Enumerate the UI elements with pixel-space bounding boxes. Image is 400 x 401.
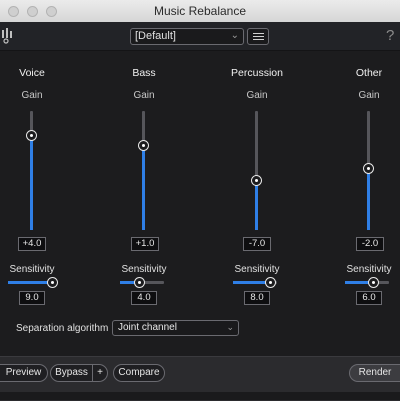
sensitivity-value-voice[interactable]: 9.0	[19, 291, 45, 305]
separation-algorithm-dropdown[interactable]: Joint channel ⌄	[112, 320, 239, 336]
sensitivity-value-percussion[interactable]: 8.0	[244, 291, 270, 305]
preset-value: [Default]	[135, 30, 176, 42]
separation-algorithm-label: Separation algorithm	[16, 323, 109, 334]
compare-button[interactable]: Compare	[113, 364, 165, 382]
bypass-button[interactable]: Bypass	[50, 364, 93, 382]
toolbar: [Default] ⌄ ?	[0, 22, 400, 51]
gain-value-percussion[interactable]: -7.0	[243, 237, 271, 251]
gain-slider-handle[interactable]	[251, 175, 262, 186]
hamburger-menu-icon[interactable]	[247, 28, 269, 45]
preset-dropdown[interactable]: [Default] ⌄	[130, 28, 244, 45]
help-icon[interactable]: ?	[386, 27, 394, 44]
gain-value-bass[interactable]: +1.0	[131, 237, 159, 251]
gain-slider-handle[interactable]	[138, 140, 149, 151]
gain-slider-handle[interactable]	[26, 130, 37, 141]
gain-label-percussion: Gain	[246, 90, 268, 101]
window-title: Music Rebalance	[153, 4, 247, 18]
gain-label-bass: Gain	[133, 90, 155, 101]
gain-slider-voice[interactable]	[26, 111, 37, 230]
channel-name-other: Other	[355, 67, 383, 79]
sensitivity-label-bass: Sensitivity	[121, 264, 167, 275]
sensitivity-value-bass[interactable]: 4.0	[131, 291, 157, 305]
gain-slider-bass[interactable]	[138, 111, 149, 230]
sensitivity-label-percussion: Sensitivity	[234, 264, 280, 275]
sensitivity-slider-handle[interactable]	[134, 277, 145, 288]
window-bottom-edge	[0, 392, 400, 400]
sensitivity-slider-handle[interactable]	[368, 277, 379, 288]
chevron-down-icon: ⌄	[226, 322, 234, 332]
title-bar: Music Rebalance	[0, 0, 400, 23]
gain-value-voice[interactable]: +4.0	[18, 237, 46, 251]
sensitivity-value-other[interactable]: 6.0	[356, 291, 382, 305]
chevron-down-icon: ⌄	[230, 30, 239, 41]
preview-button[interactable]: Preview	[0, 364, 48, 382]
separation-algorithm-value: Joint channel	[118, 322, 177, 333]
channel-name-percussion: Percussion	[231, 67, 283, 79]
gain-label-voice: Gain	[21, 90, 43, 101]
gain-slider-handle[interactable]	[363, 163, 374, 174]
sensitivity-slider-percussion[interactable]	[233, 277, 277, 288]
sensitivity-slider-voice[interactable]	[8, 277, 58, 288]
render-button[interactable]: Render	[349, 364, 400, 382]
sensitivity-slider-handle[interactable]	[265, 277, 276, 288]
gain-slider-other[interactable]	[363, 111, 374, 230]
channel-name-voice: Voice	[19, 67, 45, 79]
add-bypass-button[interactable]: +	[92, 364, 108, 382]
gain-value-other[interactable]: -2.0	[356, 237, 384, 251]
channel-name-bass: Bass	[132, 67, 156, 79]
sensitivity-slider-handle[interactable]	[47, 277, 58, 288]
sensitivity-slider-other[interactable]	[345, 277, 389, 288]
sensitivity-slider-bass[interactable]	[120, 277, 164, 288]
modules-icon[interactable]	[0, 26, 14, 46]
gain-label-other: Gain	[358, 90, 380, 101]
sensitivity-label-voice: Sensitivity	[9, 264, 55, 275]
gain-slider-percussion[interactable]	[251, 111, 262, 230]
sensitivity-label-other: Sensitivity	[346, 264, 392, 275]
